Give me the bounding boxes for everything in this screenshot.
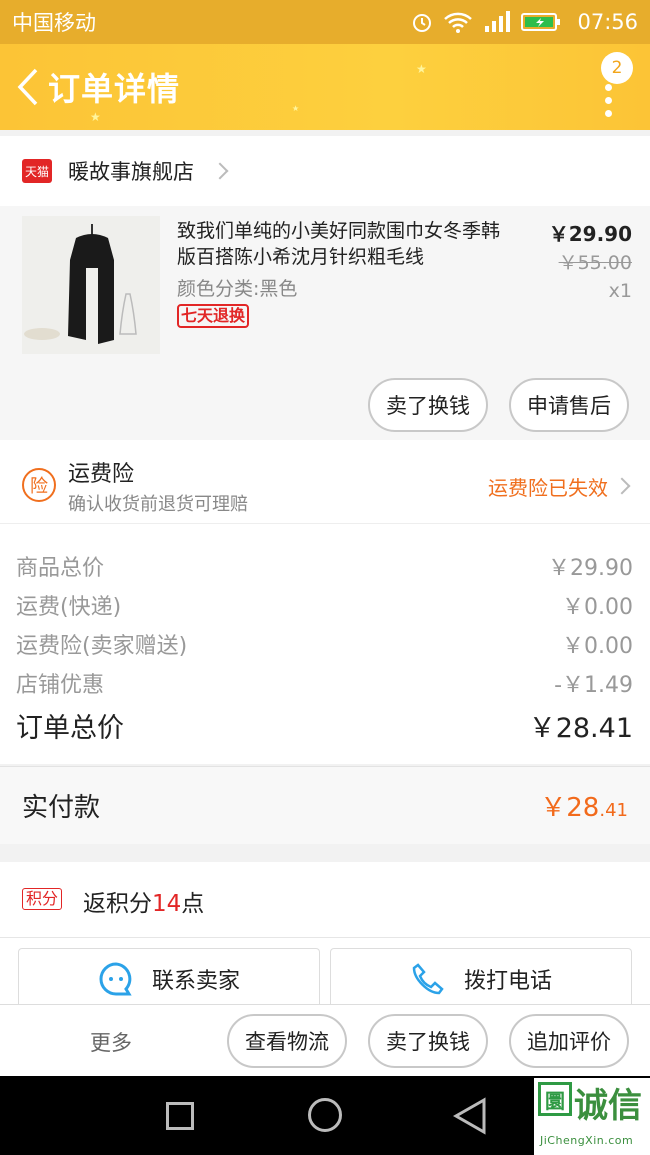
status-icons: 07:56 bbox=[411, 10, 638, 34]
watermark-text: 诚信 bbox=[574, 1086, 642, 1126]
watermark-subtext: JiChengXin.com bbox=[540, 1134, 634, 1147]
cost-label: 商品总价 bbox=[16, 556, 105, 581]
contact-seller-label: 联系卖家 bbox=[151, 968, 240, 994]
product-title[interactable]: 致我们单纯的小美好同款围巾女冬季韩版百搭陈小希沈月针织粗毛线 bbox=[177, 218, 517, 270]
cost-label: 运费险(卖家赠送) bbox=[16, 634, 188, 659]
cost-label: 运费(快递) bbox=[16, 595, 122, 620]
paid-amount-row: 实付款 ￥28.41 bbox=[0, 766, 650, 844]
more-vertical-icon[interactable] bbox=[602, 84, 614, 117]
points-suffix: 点 bbox=[181, 891, 205, 917]
chat-icon bbox=[99, 961, 132, 995]
store-name: 暖故事旗舰店 bbox=[68, 160, 194, 184]
sell-item-button[interactable]: 卖了换钱 bbox=[368, 1014, 488, 1068]
wifi-icon bbox=[444, 12, 473, 33]
product-card: 致我们单纯的小美好同款围巾女冬季韩版百搭陈小希沈月针织粗毛线 颜色分类:黑色 七… bbox=[0, 206, 650, 440]
insurance-title: 运费险 bbox=[68, 462, 135, 487]
signal-icon bbox=[485, 11, 511, 32]
product-price: ￥29.90 bbox=[548, 222, 632, 246]
order-total-value: ￥28.41 bbox=[528, 713, 633, 744]
cost-label: 店铺优惠 bbox=[16, 673, 105, 698]
cost-row: 运费(快递) ￥0.00 bbox=[16, 589, 633, 621]
add-review-button[interactable]: 追加评价 bbox=[509, 1014, 629, 1068]
points-badge: 积分 bbox=[22, 888, 63, 910]
watermark-logo: 圜 bbox=[538, 1082, 572, 1116]
back-triangle-icon[interactable] bbox=[452, 1096, 488, 1136]
view-logistics-button[interactable]: 查看物流 bbox=[227, 1014, 347, 1068]
sell-item-button[interactable]: 卖了换钱 bbox=[368, 378, 488, 432]
home-icon[interactable] bbox=[308, 1098, 342, 1132]
points-row: 积分 返积分14点 bbox=[0, 862, 650, 938]
bottom-action-bar: 更多 查看物流 卖了换钱 追加评价 bbox=[0, 1004, 650, 1076]
insurance-status: 运费险已失效 bbox=[488, 476, 608, 500]
page-title: 订单详情 bbox=[48, 70, 181, 108]
order-total-label: 订单总价 bbox=[16, 713, 124, 744]
clock: 07:56 bbox=[577, 10, 638, 34]
shipping-insurance-row[interactable]: 险 运费险 确认收货前退货可理赔 运费险已失效 bbox=[0, 440, 650, 524]
insurance-icon: 险 bbox=[22, 468, 56, 502]
chevron-left-icon[interactable] bbox=[8, 57, 48, 117]
order-total-row: 订单总价 ￥28.41 bbox=[16, 706, 633, 745]
contact-seller-button[interactable]: 联系卖家 bbox=[18, 948, 320, 1008]
status-bar: 中国移动 07:56 bbox=[0, 0, 650, 44]
chevron-right-icon bbox=[211, 162, 229, 180]
cost-value: ￥0.00 bbox=[562, 595, 633, 620]
chevron-right-icon bbox=[613, 477, 631, 495]
cost-row: 店铺优惠 -￥1.49 bbox=[16, 667, 633, 699]
cost-row: 运费险(卖家赠送) ￥0.00 bbox=[16, 628, 633, 660]
return-policy-badge: 七天退换 bbox=[177, 304, 250, 328]
more-button[interactable]: 更多 bbox=[90, 1027, 132, 1057]
alarm-icon bbox=[413, 14, 432, 32]
phone-icon bbox=[412, 962, 444, 994]
carrier-name: 中国移动 bbox=[12, 11, 96, 35]
contact-row: 联系卖家 拨打电话 bbox=[0, 938, 650, 1008]
sparkle-icon: ★ bbox=[292, 104, 300, 113]
cost-value: ￥0.00 bbox=[562, 634, 633, 659]
sparkle-icon: ★ bbox=[416, 62, 427, 76]
paid-amount-main: ￥28 bbox=[540, 793, 600, 823]
after-sale-button[interactable]: 申请售后 bbox=[509, 378, 629, 432]
cost-breakdown: 商品总价 ￥29.90 运费(快递) ￥0.00 运费险(卖家赠送) ￥0.00… bbox=[0, 524, 650, 764]
sparkle-icon: ★ bbox=[90, 110, 101, 124]
product-sku: 颜色分类:黑色 bbox=[177, 278, 298, 300]
call-button[interactable]: 拨打电话 bbox=[330, 948, 632, 1008]
points-text: 返积分14点 bbox=[83, 884, 204, 918]
cost-value: ￥29.90 bbox=[548, 556, 633, 581]
store-row[interactable]: 天猫 暖故事旗舰店 bbox=[0, 136, 650, 206]
points-prefix: 返积分 bbox=[83, 891, 152, 917]
notification-badge: 2 bbox=[601, 52, 633, 84]
points-number: 14 bbox=[152, 891, 182, 917]
recent-apps-icon[interactable] bbox=[166, 1102, 194, 1130]
nav-header: 订单详情 ★ ★ ★ 2 bbox=[0, 44, 650, 130]
paid-amount: ￥28.41 bbox=[540, 787, 628, 824]
tmall-icon: 天猫 bbox=[22, 159, 52, 183]
product-quantity: x1 bbox=[608, 280, 632, 302]
paid-amount-cents: .41 bbox=[599, 800, 628, 821]
cost-value: -￥1.49 bbox=[554, 673, 633, 698]
insurance-subtitle: 确认收货前退货可理赔 bbox=[68, 494, 248, 515]
cost-row: 商品总价 ￥29.90 bbox=[16, 550, 633, 582]
product-original-price: ￥55.00 bbox=[558, 252, 632, 274]
paid-label: 实付款 bbox=[22, 793, 101, 823]
watermark: 圜 诚信 JiChengXin.com bbox=[534, 1078, 650, 1155]
call-label: 拨打电话 bbox=[463, 968, 552, 994]
product-image[interactable] bbox=[22, 216, 160, 354]
battery-icon bbox=[521, 13, 561, 31]
